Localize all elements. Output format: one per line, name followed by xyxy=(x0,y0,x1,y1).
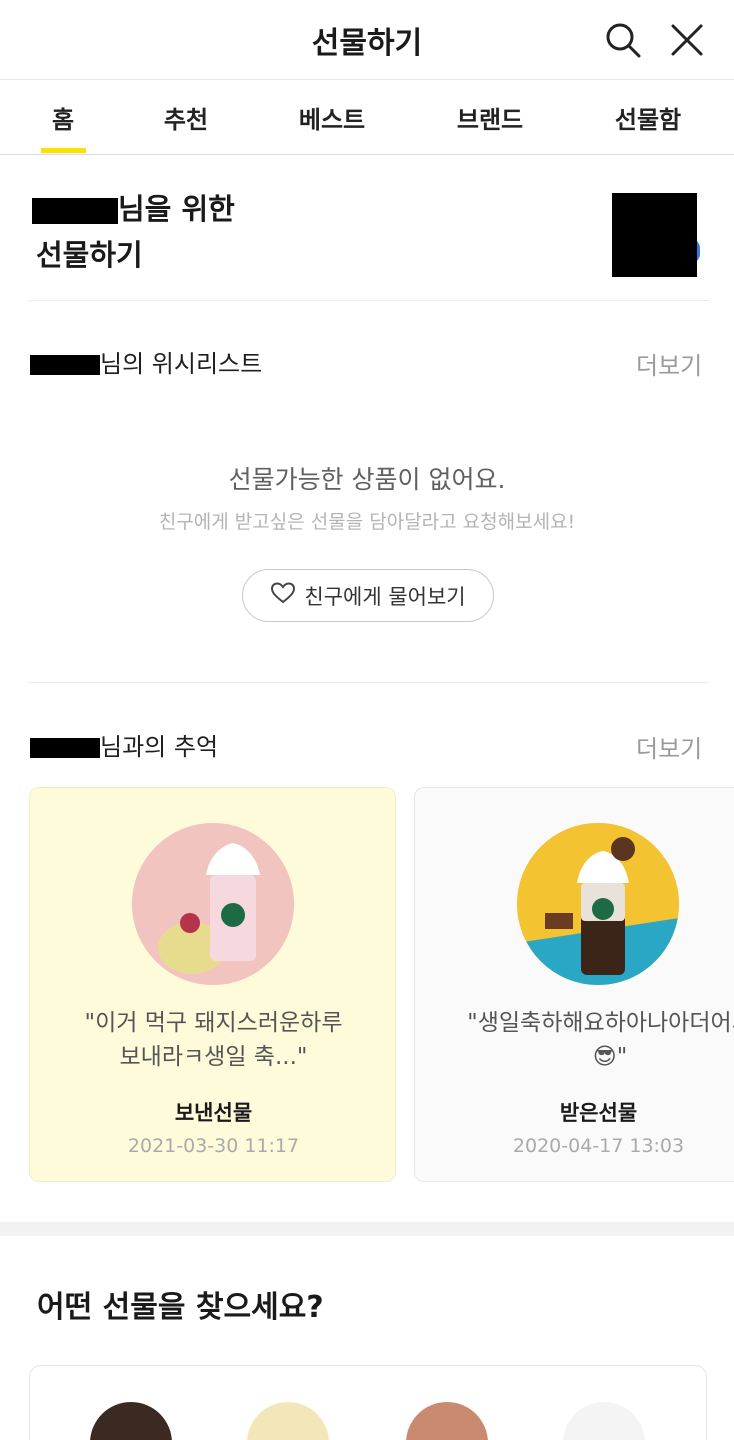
search-icon[interactable] xyxy=(603,20,643,60)
ask-friend-label: 친구에게 물어보기 xyxy=(304,584,466,609)
tab-recommend[interactable]: 추천 xyxy=(156,100,216,135)
redacted-name xyxy=(32,198,118,224)
wishlist-empty-message: 선물가능한 상품이 없어요. xyxy=(228,465,506,494)
tab-best[interactable]: 베스트 xyxy=(292,100,372,135)
redacted-name xyxy=(30,355,100,375)
memory-message-line: "생일축하해요하아나아더어서 xyxy=(467,1010,734,1036)
wishlist-title: 님의 위시리스트 xyxy=(30,344,262,379)
memories-more-link[interactable]: 더보기 xyxy=(636,729,702,764)
find-gift-title: 어떤 선물을 찾으세요? xyxy=(37,1290,324,1325)
wishlist-empty-hint: 친구에게 받고싶은 선물을 담아달라고 요청해보세요! xyxy=(158,511,576,533)
wishlist-more-link[interactable]: 더보기 xyxy=(636,346,702,381)
memory-card-sent[interactable]: "이거 먹구 돼지스러운하루 보내라ㅋ생일 축..." 보낸선물 2021-03… xyxy=(29,787,396,1182)
top-bar: 선물하기 xyxy=(0,0,734,80)
avatar[interactable] xyxy=(612,189,700,277)
memory-message: "이거 먹구 돼지스러운하루 보내라ㅋ생일 축..." xyxy=(30,1006,395,1074)
gift-thumbnail xyxy=(132,823,294,985)
heart-icon xyxy=(270,581,296,610)
memory-card-received[interactable]: "생일축하해요하아나아더어서 😎" 받은선물 2020-04-17 13:03 xyxy=(414,787,734,1182)
memory-date: 2020-04-17 13:03 xyxy=(512,1135,685,1157)
memory-message-line: "이거 먹구 돼지스러운하루 xyxy=(84,1010,343,1036)
section-separator xyxy=(0,1222,734,1236)
gift-thumbnail xyxy=(517,823,679,985)
memory-message-line: 보내라ㅋ생일 축..." xyxy=(119,1044,308,1070)
divider xyxy=(28,682,709,683)
redacted-name xyxy=(30,738,100,758)
ask-friend-button[interactable]: 친구에게 물어보기 xyxy=(242,569,494,622)
memory-date: 2021-03-30 11:17 xyxy=(127,1135,300,1157)
memory-message-line: 😎" xyxy=(592,1044,628,1070)
tab-bar: 홈 추천 베스트 브랜드 선물함 xyxy=(0,80,734,155)
tab-home[interactable]: 홈 xyxy=(42,100,84,135)
tab-gift-box[interactable]: 선물함 xyxy=(608,100,688,135)
close-icon[interactable] xyxy=(667,20,707,60)
hero-line1: 님을 위한 xyxy=(118,192,235,226)
memory-kind: 보낸선물 xyxy=(174,1101,253,1125)
memories-title-text: 님과의 추억 xyxy=(100,733,219,761)
memory-message: "생일축하해요하아나아더어서 😎" xyxy=(415,1006,734,1074)
tab-brand[interactable]: 브랜드 xyxy=(450,100,530,135)
divider xyxy=(28,300,709,301)
hero-line2: 선물하기 xyxy=(36,238,143,272)
memory-kind: 받은선물 xyxy=(559,1101,638,1125)
hero-heading: 님을 위한 선물하기 xyxy=(32,186,235,278)
wishlist-title-text: 님의 위시리스트 xyxy=(100,350,263,378)
active-tab-indicator xyxy=(41,148,86,153)
redacted-avatar xyxy=(612,193,697,277)
memories-title: 님과의 추억 xyxy=(30,727,218,762)
